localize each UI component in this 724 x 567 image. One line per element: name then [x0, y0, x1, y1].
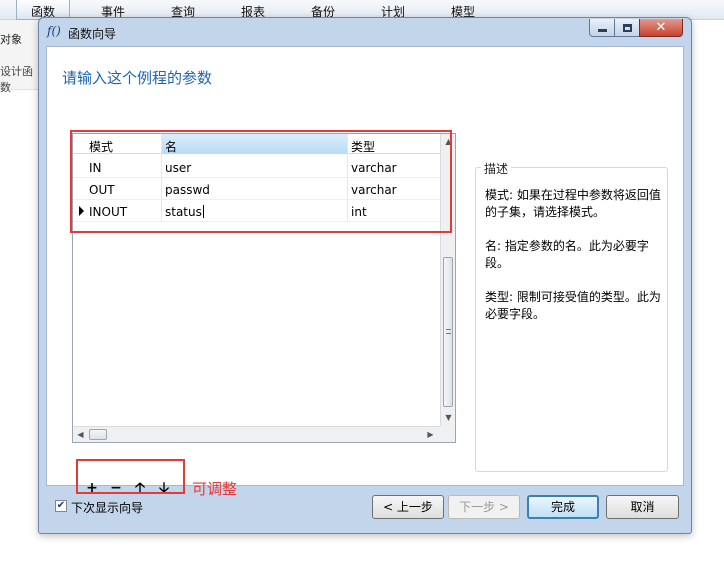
- text-caret: [202, 205, 204, 218]
- cell-mode[interactable]: INOUT: [85, 200, 161, 222]
- title-bar[interactable]: f() 函数向导 ✕: [39, 18, 691, 46]
- parameter-grid[interactable]: 模式 名 类型 IN user varchar OUT passwd varch…: [72, 133, 456, 443]
- page-heading: 请输入这个例程的参数: [62, 69, 213, 87]
- annotation-label: 可调整: [192, 480, 238, 498]
- vertical-scroll-thumb[interactable]: [443, 257, 453, 407]
- minimize-icon: [597, 29, 607, 32]
- background-design-function-label: 设计函数: [0, 65, 33, 94]
- cell-name-value: status: [165, 205, 202, 219]
- minimize-button[interactable]: [589, 19, 615, 37]
- function-wizard-dialog: f() 函数向导 ✕ 请输入这个例程的参数 模式 名 类型 IN user va…: [38, 17, 692, 534]
- close-icon: ✕: [655, 19, 667, 35]
- cell-mode[interactable]: IN: [85, 156, 161, 178]
- cancel-button[interactable]: 取消: [606, 495, 679, 519]
- vertical-scrollbar[interactable]: ▲ ▼: [440, 134, 455, 426]
- finish-button[interactable]: 完成: [527, 495, 599, 519]
- cell-type[interactable]: int: [347, 200, 441, 222]
- show-wizard-checkbox[interactable]: ✔: [55, 500, 67, 512]
- next-button[interactable]: 下一步 >: [448, 495, 520, 519]
- horizontal-scroll-thumb[interactable]: [89, 429, 107, 440]
- description-mode: 模式: 如果在过程中参数将返回值的子集，请选择模式。: [485, 188, 661, 219]
- scrollbar-corner: [440, 426, 455, 442]
- maximize-button[interactable]: [614, 19, 640, 37]
- cell-type[interactable]: varchar: [347, 178, 441, 200]
- column-header-type[interactable]: 类型: [347, 134, 441, 154]
- cell-name[interactable]: user: [161, 156, 347, 178]
- cell-name[interactable]: passwd: [161, 178, 347, 200]
- background-toolbar: 对象 设计函数: [0, 20, 40, 94]
- cell-mode[interactable]: OUT: [85, 178, 161, 200]
- window-title: 函数向导: [68, 27, 117, 41]
- description-text: 模式: 如果在过程中参数将返回值的子集，请选择模式。 名: 指定参数的名。此为必…: [485, 187, 661, 340]
- grid-header: 模式 名 类型: [73, 134, 441, 154]
- close-button[interactable]: ✕: [639, 19, 683, 37]
- scroll-left-icon[interactable]: ◀: [73, 427, 88, 442]
- column-header-name[interactable]: 名: [161, 134, 347, 154]
- annotation-highlight-toolbar: [76, 459, 185, 494]
- description-title: 描述: [481, 160, 512, 177]
- scroll-up-icon[interactable]: ▲: [441, 134, 456, 149]
- description-type: 类型: 限制可接受值的类型。此为必要字段。: [485, 290, 661, 321]
- table-row[interactable]: IN user varchar: [73, 156, 441, 178]
- show-wizard-label[interactable]: 下次显示向导: [71, 499, 143, 516]
- horizontal-scrollbar[interactable]: ◀ ▶: [73, 426, 440, 442]
- background-objects-label: 对象: [0, 33, 22, 46]
- column-header-mode[interactable]: 模式: [85, 134, 161, 154]
- scroll-down-icon[interactable]: ▼: [441, 410, 456, 425]
- scroll-right-icon[interactable]: ▶: [423, 427, 438, 442]
- current-row-indicator-icon: [79, 206, 84, 216]
- description-name: 名: 指定参数的名。此为必要字段。: [485, 239, 649, 270]
- wizard-content: 请输入这个例程的参数 模式 名 类型 IN user varchar OUT p…: [46, 46, 684, 498]
- table-row[interactable]: OUT passwd varchar: [73, 178, 441, 200]
- cell-type[interactable]: varchar: [347, 156, 441, 178]
- table-row[interactable]: INOUT status int: [73, 200, 441, 222]
- cell-name-editing[interactable]: status: [161, 200, 347, 222]
- maximize-icon: [622, 23, 632, 32]
- previous-button[interactable]: < 上一步: [372, 495, 444, 519]
- function-icon: f(): [47, 24, 61, 38]
- grip-icon: [446, 329, 451, 334]
